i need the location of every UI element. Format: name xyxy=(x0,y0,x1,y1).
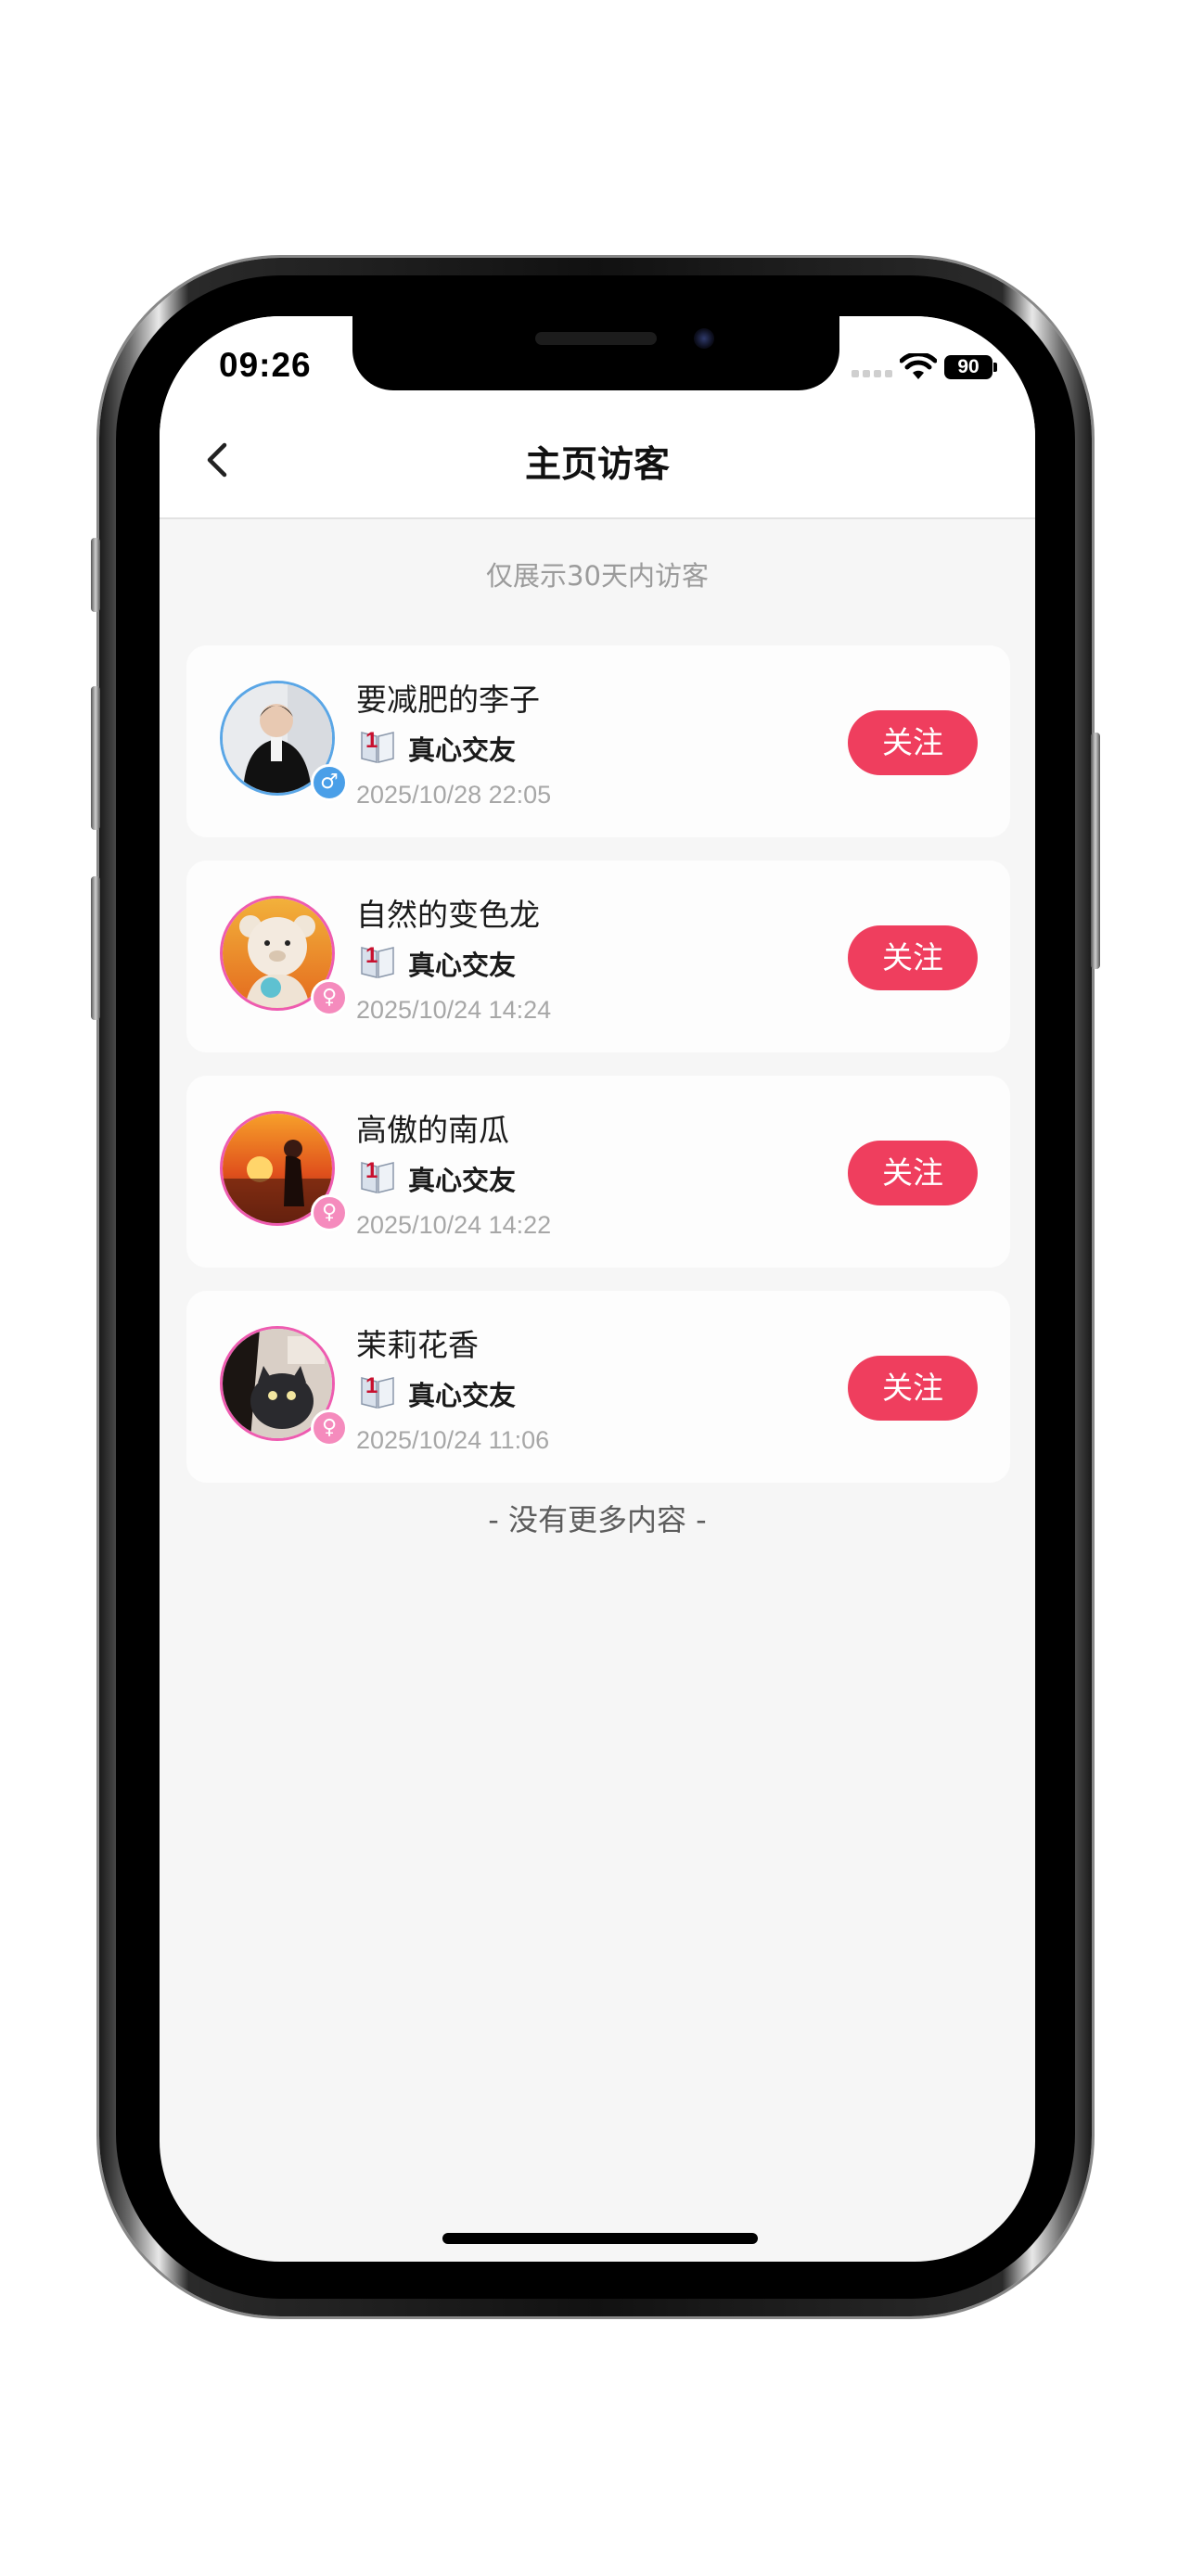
visitor-name[interactable]: 高傲的南瓜 xyxy=(356,1105,509,1150)
battery-tip xyxy=(993,363,997,372)
visit-time: 2025/10/24 14:24 xyxy=(356,996,552,1024)
follow-button[interactable]: 关注 xyxy=(848,710,978,775)
follow-button[interactable]: 关注 xyxy=(848,1141,978,1205)
follow-button[interactable]: 关注 xyxy=(848,925,978,990)
visitor-card[interactable]: ♀ 自然的变色龙 1 真心交友 2025/10/24 14:24 关注 xyxy=(186,861,1010,1052)
level-book-icon: 1 xyxy=(361,1158,394,1193)
badge-label: 真心交友 xyxy=(408,950,517,981)
visit-time: 2025/10/24 14:22 xyxy=(356,1211,552,1239)
svg-text:1: 1 xyxy=(365,1158,378,1183)
gender-female-icon: ♀ xyxy=(311,1194,348,1231)
badge-label: 真心交友 xyxy=(408,734,517,766)
page-title: 主页访客 xyxy=(524,444,670,486)
visitor-card[interactable]: ♀ 茉莉花香 1 真心交友 2025/10/24 11:06 关注 xyxy=(186,1291,1010,1483)
mute-switch xyxy=(91,538,100,612)
visitor-name[interactable]: 茉莉花香 xyxy=(356,1320,479,1365)
visit-time: 2025/10/24 11:06 xyxy=(356,1426,550,1454)
cellular-signal-icon xyxy=(852,368,896,377)
nav-bar: 主页访客 xyxy=(160,404,1035,519)
gender-female-icon: ♀ xyxy=(311,1409,348,1447)
home-indicator[interactable] xyxy=(442,2233,758,2244)
wifi-icon xyxy=(900,353,937,379)
notch xyxy=(352,316,839,390)
badge-label: 真心交友 xyxy=(408,1380,517,1411)
screen: 09:26 90 主页访客 仅展示30天内访客 ♂ 要减肥的李子 1 真心交友 … xyxy=(160,316,1035,2262)
visitor-card[interactable]: ♀ 高傲的南瓜 1 真心交友 2025/10/24 14:22 关注 xyxy=(186,1076,1010,1268)
gender-male-icon: ♂ xyxy=(311,764,348,801)
power-button xyxy=(1091,733,1100,969)
front-camera xyxy=(694,328,714,349)
end-of-list-text: - 没有更多内容 - xyxy=(488,1502,707,1537)
visit-time: 2025/10/28 22:05 xyxy=(356,781,552,809)
visitor-card[interactable]: ♂ 要减肥的李子 1 真心交友 2025/10/28 22:05 关注 xyxy=(186,645,1010,837)
level-book-icon: 1 xyxy=(361,1373,394,1409)
visitor-name[interactable]: 自然的变色龙 xyxy=(356,890,540,935)
level-book-icon: 1 xyxy=(361,728,394,763)
svg-text:1: 1 xyxy=(365,943,378,968)
visitor-window-notice: 仅展示30天内访客 xyxy=(486,560,709,592)
svg-text:1: 1 xyxy=(365,1373,378,1398)
svg-text:1: 1 xyxy=(365,728,378,753)
status-time: 09:26 xyxy=(219,346,312,384)
volume-up-button xyxy=(91,686,100,830)
visitor-name[interactable]: 要减肥的李子 xyxy=(356,675,540,720)
volume-down-button xyxy=(91,876,100,1020)
badge-label: 真心交友 xyxy=(408,1165,517,1196)
earpiece-speaker xyxy=(535,332,657,345)
battery-icon: 90 xyxy=(944,355,992,379)
follow-button[interactable]: 关注 xyxy=(848,1356,978,1421)
gender-female-icon: ♀ xyxy=(311,979,348,1016)
level-book-icon: 1 xyxy=(361,943,394,978)
